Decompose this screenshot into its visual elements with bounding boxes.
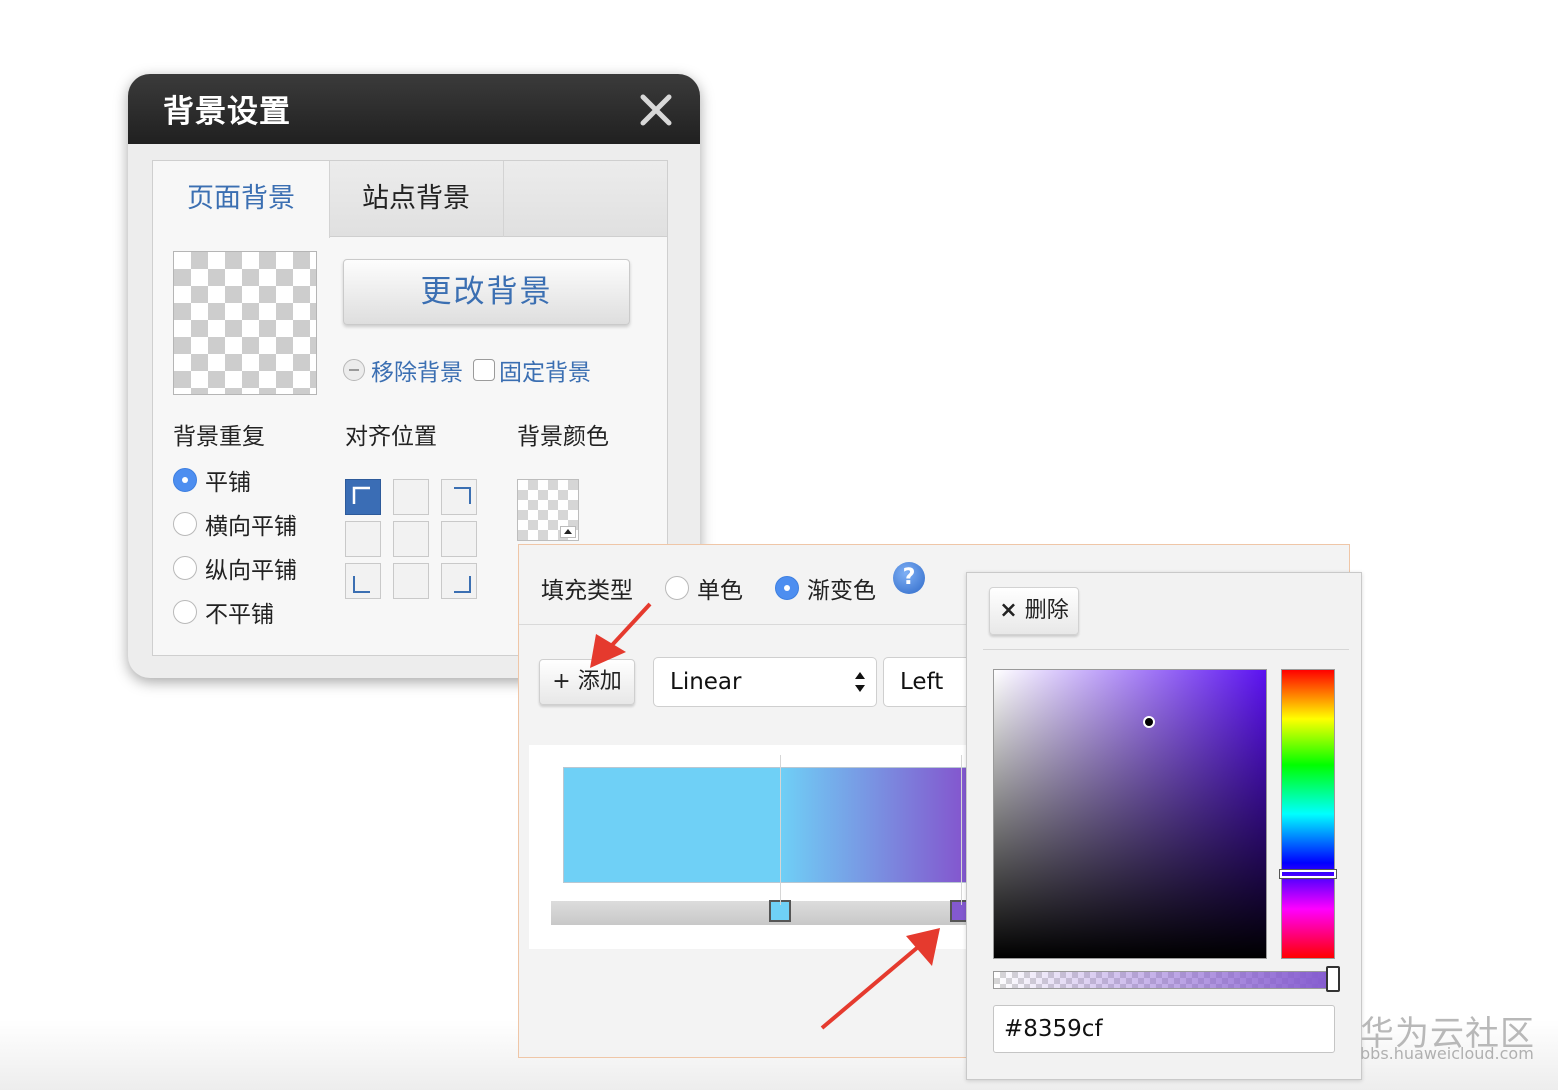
- align-middle-center[interactable]: [393, 521, 429, 557]
- gradient-editor: [529, 745, 989, 949]
- background-color-swatch[interactable]: [517, 479, 579, 541]
- dialog-title: 背景设置: [163, 94, 291, 130]
- align-bottom-left[interactable]: [345, 563, 381, 599]
- radio-vertical[interactable]: [173, 556, 197, 580]
- color-picker: × 删除: [966, 572, 1362, 1080]
- minus-circle-icon[interactable]: [343, 359, 365, 381]
- tab-bar: 页面背景 站点背景: [153, 161, 667, 238]
- repeat-option-label: 平铺: [205, 470, 251, 496]
- close-icon: [640, 94, 672, 126]
- align-bottom-right[interactable]: [441, 563, 477, 599]
- add-stop-button[interactable]: + 添加: [539, 659, 635, 705]
- delete-stop-button[interactable]: × 删除: [989, 587, 1079, 635]
- hue-slider-handle[interactable]: [1279, 869, 1337, 880]
- close-button[interactable]: [638, 92, 674, 128]
- hue-slider[interactable]: [1279, 669, 1337, 959]
- background-preview: [173, 251, 317, 395]
- tab-site-background[interactable]: 站点背景: [329, 161, 504, 237]
- repeat-option-horizontal[interactable]: 横向平铺: [173, 507, 297, 541]
- remove-background-link[interactable]: 移除背景: [371, 353, 463, 387]
- close-x-icon: ×: [999, 598, 1018, 623]
- background-actions-row: 移除背景 固定背景: [343, 353, 591, 387]
- hex-color-input[interactable]: [993, 1005, 1335, 1053]
- corner-bottom-right-icon: [454, 576, 471, 593]
- gradient-stop-guide: [780, 755, 782, 905]
- dialog-header: 背景设置: [128, 74, 700, 144]
- repeat-option-tile[interactable]: 平铺: [173, 463, 251, 497]
- align-middle-right[interactable]: [441, 521, 477, 557]
- align-bottom-center[interactable]: [393, 563, 429, 599]
- add-stop-label: 添加: [577, 669, 622, 694]
- radio-horizontal[interactable]: [173, 512, 197, 536]
- repeat-option-vertical[interactable]: 纵向平铺: [173, 551, 297, 585]
- gradient-type-value: Linear: [670, 669, 742, 695]
- picker-divider: [983, 649, 1349, 650]
- gradient-stop-guide: [960, 755, 962, 905]
- repeat-option-label: 纵向平铺: [205, 558, 297, 584]
- repeat-option-label: 不平铺: [205, 602, 274, 628]
- select-updown-icon: [855, 672, 865, 692]
- tab-page-background[interactable]: 页面背景: [153, 161, 330, 238]
- gradient-stop-track[interactable]: [551, 901, 971, 925]
- radio-none[interactable]: [173, 600, 197, 624]
- color-marker[interactable]: [1143, 715, 1156, 728]
- align-top-center[interactable]: [393, 479, 429, 515]
- fill-option-gradient[interactable]: 渐变色: [775, 571, 876, 605]
- bg-color-label: 背景颜色: [517, 424, 609, 450]
- help-icon[interactable]: ?: [893, 562, 925, 594]
- fill-type-label: 填充类型: [541, 578, 633, 604]
- gradient-direction-value: Left: [900, 669, 944, 695]
- align-top-right[interactable]: [441, 479, 477, 515]
- repeat-label: 背景重复: [173, 424, 265, 450]
- plus-icon: +: [552, 669, 571, 694]
- gradient-preview-bar: [563, 767, 973, 883]
- radio-tile[interactable]: [173, 468, 197, 492]
- fill-option-solid[interactable]: 单色: [665, 571, 743, 605]
- radio-solid[interactable]: [665, 576, 689, 600]
- fill-option-label: 渐变色: [807, 578, 876, 604]
- gradient-type-select[interactable]: Linear: [653, 657, 877, 707]
- align-top-left[interactable]: [345, 479, 381, 515]
- repeat-option-label: 横向平铺: [205, 514, 297, 540]
- corner-bottom-left-icon: [353, 576, 370, 593]
- alpha-slider-handle[interactable]: [1326, 966, 1340, 992]
- watermark-url: bbs.huaweicloud.com: [1360, 1044, 1534, 1063]
- fixed-background-label: 固定背景: [499, 360, 591, 386]
- caret-up-icon: [560, 526, 576, 538]
- alpha-slider[interactable]: [993, 966, 1340, 992]
- fixed-background-checkbox[interactable]: [473, 359, 495, 381]
- corner-top-right-icon: [454, 487, 471, 504]
- radio-gradient[interactable]: [775, 576, 799, 600]
- delete-stop-label: 删除: [1024, 598, 1069, 623]
- corner-top-left-icon: [352, 486, 370, 504]
- saturation-brightness-area[interactable]: [993, 669, 1267, 959]
- change-background-button[interactable]: 更改背景: [343, 259, 630, 325]
- align-label: 对齐位置: [345, 424, 437, 450]
- fill-option-label: 单色: [697, 578, 743, 604]
- repeat-option-none[interactable]: 不平铺: [173, 595, 274, 629]
- align-middle-left[interactable]: [345, 521, 381, 557]
